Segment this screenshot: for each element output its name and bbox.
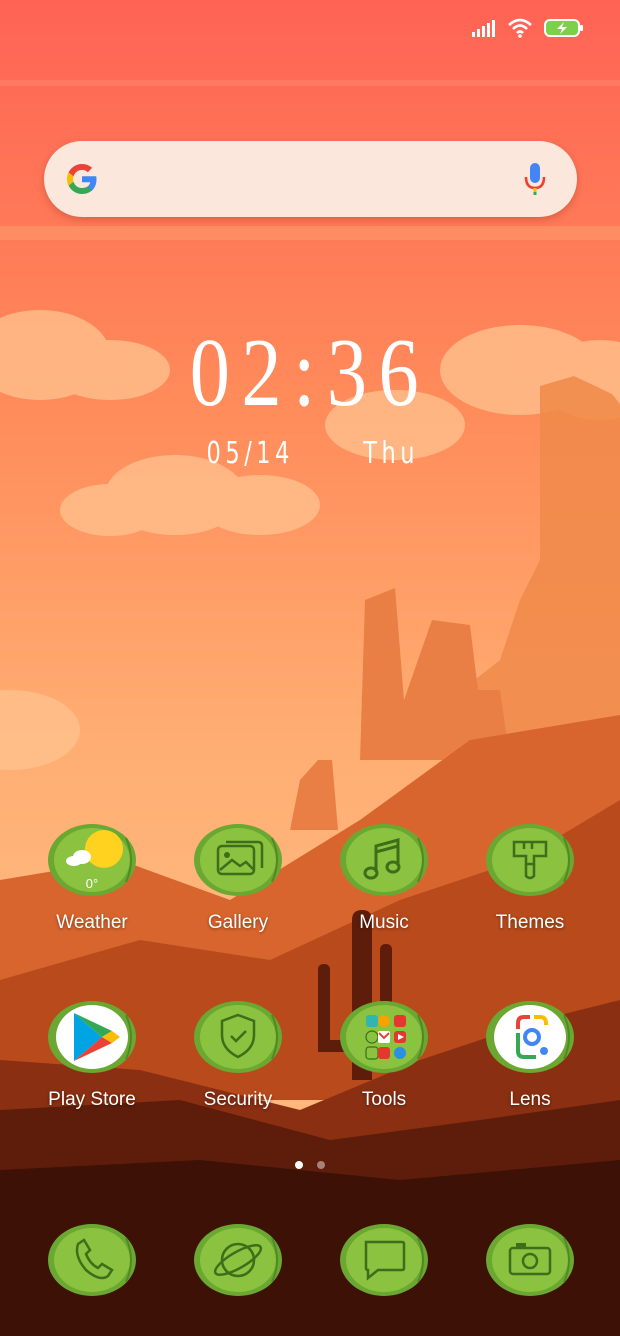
app-label: Security [203,1089,273,1110]
dock-browser[interactable] [178,1222,298,1298]
date-label: 05/14 [206,436,294,471]
dock-phone[interactable] [32,1222,152,1298]
weather-temperature: 0° [86,876,98,891]
app-label: Gallery [207,912,269,933]
clock-widget-date[interactable]: 05/14 Thu [0,436,620,471]
google-lens-icon [484,999,576,1075]
app-label: Play Store [48,1089,136,1110]
page-dot-active[interactable] [295,1161,303,1169]
dock-messages[interactable] [324,1222,444,1298]
app-label: Music [359,912,409,933]
signal-bars-icon [472,20,495,37]
app-weather[interactable]: 0° Weather [32,822,152,934]
google-g-icon [67,164,97,194]
app-tools-folder[interactable]: Tools [324,999,444,1111]
battery-charging-icon [544,19,583,37]
wifi-icon [508,18,532,38]
clock-widget-time[interactable]: 02:36 [56,318,564,428]
app-themes[interactable]: Themes [470,822,590,934]
app-label: Themes [495,912,565,933]
status-bar [472,14,584,42]
app-gallery[interactable]: Gallery [178,822,298,934]
camera-icon [484,1222,576,1298]
phone-icon [46,1222,138,1298]
app-label: Lens [509,1089,551,1110]
music-note-icon [338,822,430,898]
app-music[interactable]: Music [324,822,444,934]
app-lens[interactable]: Lens [470,999,590,1111]
app-play-store[interactable]: Play Store [32,999,152,1111]
play-store-icon [46,999,138,1075]
app-label: Tools [361,1089,407,1110]
app-label: Weather [56,912,128,933]
app-security[interactable]: Security [178,999,298,1111]
weather-icon: 0° [46,822,138,898]
weekday-label: Thu [362,436,419,471]
shield-check-icon [192,999,284,1075]
google-search-bar[interactable] [44,141,577,217]
paintbrush-icon [484,822,576,898]
page-dot[interactable] [317,1161,325,1169]
tools-folder-icon [338,999,430,1075]
gallery-icon [192,822,284,898]
microphone-icon[interactable] [523,161,547,197]
globe-orbit-icon [192,1222,284,1298]
message-bubble-icon [338,1222,430,1298]
dock-camera[interactable] [470,1222,590,1298]
page-indicator[interactable] [295,1161,325,1169]
